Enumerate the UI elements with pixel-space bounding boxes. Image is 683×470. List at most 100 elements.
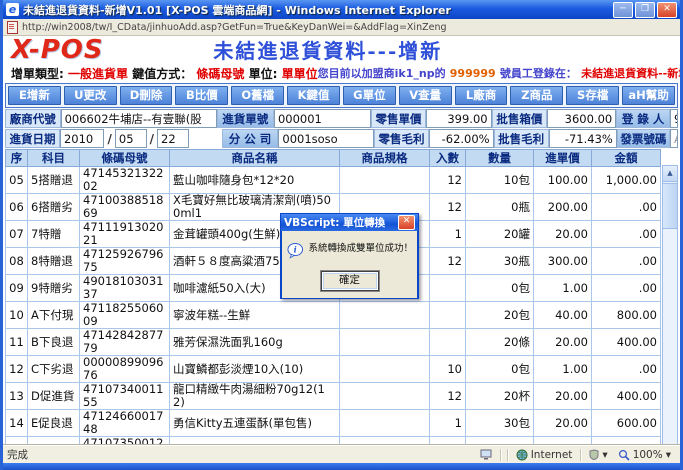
cell-seq: 10 xyxy=(6,302,28,329)
retail-price-label: 零售單價 xyxy=(371,109,427,128)
cell-price: 20.00 xyxy=(534,221,592,248)
date-label: 進貨日期 xyxy=(5,129,60,148)
table-header-row: 序 科目 條碼母號 商品名稱 商品規格 入數 數量 進單價 金額 xyxy=(6,150,661,167)
window-bottom-edge xyxy=(3,463,680,470)
cell-qty_in: 1 xyxy=(430,221,466,248)
cell-amount: 400.00 xyxy=(592,383,661,410)
invoice-label: 發票號碼 xyxy=(617,129,670,148)
toolbar-button-vendor[interactable]: L廠商 xyxy=(455,86,508,105)
cell-qty_in: 1 xyxy=(430,410,466,437)
toolbar-button-compare[interactable]: B比價 xyxy=(175,86,228,105)
shield-icon xyxy=(589,449,599,460)
scroll-up-button[interactable]: ▲ xyxy=(663,166,677,182)
wholesale-price-label: 批售箱價 xyxy=(492,109,548,128)
toolbar-button-delete[interactable]: D刪除 xyxy=(120,86,173,105)
table-row[interactable]: 12C下劣退0000089909676山寶鱗都彭淡煙10入(10)100包1.0… xyxy=(6,356,661,383)
order-no-label: 進貨單號 xyxy=(217,109,274,128)
url-text[interactable]: http://win2008/tw/I_CData/jinhuoAdd.asp?… xyxy=(22,22,447,33)
dialog-body: i 系統轉換成雙單位成功！ xyxy=(281,231,418,269)
order-no-input[interactable]: 000001 xyxy=(274,109,371,128)
vertical-scrollbar[interactable]: ▲ ▼ xyxy=(662,165,678,470)
cell-barcode: 4711191302021 xyxy=(80,221,170,248)
close-button[interactable]: ✕ xyxy=(657,2,677,18)
cell-barcode: 4710734001155 xyxy=(80,383,170,410)
zoom-panel[interactable]: 100% ▾ xyxy=(613,449,676,461)
toolbar-button-save[interactable]: S存檔 xyxy=(566,86,619,105)
col-category: 科目 xyxy=(28,150,80,167)
col-product-name: 商品名稱 xyxy=(170,150,340,167)
ie-logo-icon: e xyxy=(6,3,19,16)
magnifier-icon xyxy=(618,449,630,461)
table-row[interactable]: 055搭贈退4714532132202藍山咖啡隨身包*12*201210包100… xyxy=(6,167,661,194)
operator-input[interactable]: 999999 xyxy=(670,109,678,128)
toolbar-button-unit[interactable]: G單位 xyxy=(343,86,396,105)
cell-cat: A下付現 xyxy=(28,302,80,329)
cell-qty: 20包 xyxy=(466,302,534,329)
vbscript-dialog: VBScript: 單位轉換 ✕ i 系統轉換成雙單位成功！ 確定 xyxy=(280,213,419,299)
maximize-button[interactable]: ❐ xyxy=(635,2,655,18)
date-day-input[interactable]: 22 xyxy=(157,129,189,148)
table-row[interactable]: 14E促良退4712466001748勇信Kitty五連蛋酥(單包售)130包2… xyxy=(6,410,661,437)
status-bar: 完成 Internet ▾ 100% ▾ xyxy=(3,445,680,463)
order-meta: 增單類型: 一般進貨單 鍵值方式： 條碼母號 單位: 單單位 xyxy=(11,65,318,82)
cell-name: 龍口精緻牛肉湯細粉70g12(12) xyxy=(170,383,340,410)
cell-amount: 400.00 xyxy=(592,329,661,356)
vendor-input[interactable]: 006602牛埔店--有壹聯(股 xyxy=(61,109,217,128)
toolbar-button-help[interactable]: aH幫助 xyxy=(622,86,675,105)
toolbar-button-keyvalue[interactable]: K鍵值 xyxy=(287,86,340,105)
table-row[interactable]: 13D促進貨4710734001155龍口精緻牛肉湯細粉70g12(12)122… xyxy=(6,383,661,410)
scroll-track[interactable] xyxy=(663,229,677,470)
toolbar-button-add[interactable]: E增新 xyxy=(8,86,61,105)
cell-qty_in xyxy=(430,302,466,329)
cell-qty: 20條 xyxy=(466,329,534,356)
scroll-thumb[interactable] xyxy=(663,183,677,229)
cell-name: 藍山咖啡隨身包*12*20 xyxy=(170,167,340,194)
toolbar-button-oldfile[interactable]: O舊檔 xyxy=(231,86,284,105)
login-page: 未結進退貨資料--新增 xyxy=(581,67,683,80)
items-table: 序 科目 條碼母號 商品名稱 商品規格 入數 數量 進單價 金額 055搭贈退4… xyxy=(5,149,661,470)
table-row[interactable]: 10A下付現4711825506009寧波年糕--生鮮20包40.00800.0… xyxy=(6,302,661,329)
xpos-logo: X-POS xyxy=(11,38,104,62)
col-barcode: 條碼母號 xyxy=(80,150,170,167)
cell-name: 山寶鱗都彭淡煙10入(10) xyxy=(170,356,340,383)
cell-spec xyxy=(340,167,430,194)
toolbar-button-edit[interactable]: U更改 xyxy=(64,86,117,105)
date-month-input[interactable]: 05 xyxy=(115,129,147,148)
minimize-button[interactable]: ─ xyxy=(613,2,633,18)
cell-price: 20.00 xyxy=(534,383,592,410)
col-quantity: 數量 xyxy=(466,150,534,167)
key-label: 鍵值方式： xyxy=(132,67,192,81)
cell-seq: 08 xyxy=(6,248,28,275)
retail-price-value: 399.00 xyxy=(426,109,491,128)
table-row[interactable]: 11B下良退4714284287779雅芳保濕洗面乳160g20條20.0040… xyxy=(6,329,661,356)
retail-margin-label: 零售毛利 xyxy=(374,129,429,148)
cell-cat: D促進貨 xyxy=(28,383,80,410)
dialog-close-button[interactable]: ✕ xyxy=(398,215,415,230)
zoom-level: 100% xyxy=(633,449,663,461)
cell-amount: .00 xyxy=(592,194,661,221)
wholesale-price-value: 3600.00 xyxy=(547,109,616,128)
invoice-input[interactable]: AS99999999 xyxy=(670,129,678,148)
login-employee: 999999 xyxy=(450,67,496,80)
protected-mode-panel[interactable]: ▾ xyxy=(584,449,612,461)
unit-label: 單位: xyxy=(249,67,278,81)
cell-spec xyxy=(340,383,430,410)
cell-barcode: 4714284287779 xyxy=(80,329,170,356)
cell-price: 20.00 xyxy=(534,410,592,437)
dialog-title-bar[interactable]: VBScript: 單位轉換 ✕ xyxy=(281,214,418,231)
cell-cat: 7特贈 xyxy=(28,221,80,248)
cell-spec xyxy=(340,410,430,437)
toolbar-button-product[interactable]: Z商品 xyxy=(510,86,563,105)
cell-barcode: 4712592679675 xyxy=(80,248,170,275)
dialog-title: VBScript: 單位轉換 xyxy=(284,215,398,230)
cell-price: 300.00 xyxy=(534,248,592,275)
caret-icon: ▾ xyxy=(666,449,671,461)
toolbar-button-quantity[interactable]: V查量 xyxy=(399,86,452,105)
cell-qty: 0瓶 xyxy=(466,194,534,221)
dialog-ok-button[interactable]: 確定 xyxy=(321,271,379,291)
date-year-input[interactable]: 2010 xyxy=(60,129,105,148)
cell-price: 1.00 xyxy=(534,275,592,302)
cell-seq: 07 xyxy=(6,221,28,248)
branch-input[interactable]: 0001soso xyxy=(278,129,374,148)
vendor-label: 廠商代號 xyxy=(5,109,61,128)
